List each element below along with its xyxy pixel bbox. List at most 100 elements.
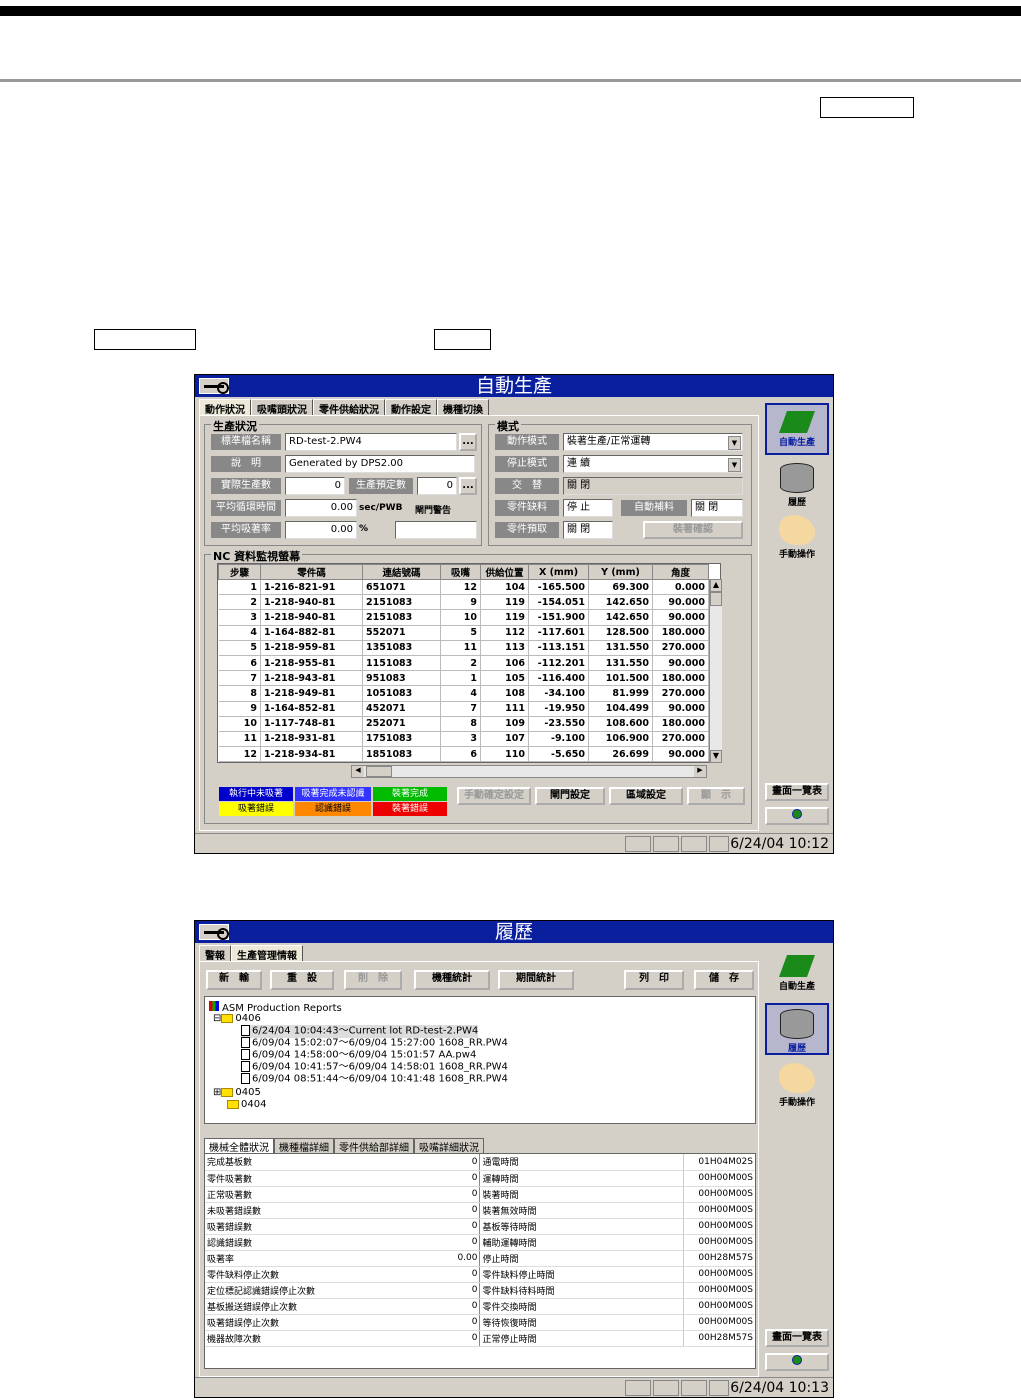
- description-field[interactable]: Generated by DPS2.00: [285, 455, 475, 473]
- model-stats-button[interactable]: 機種統計: [414, 970, 490, 990]
- tree-report-entry[interactable]: 6/09/04 14:58:00～6/09/04 15:01:57 AA.pw4: [241, 1049, 476, 1062]
- table-cell: 1-117-748-81: [260, 716, 363, 732]
- wrench-icon[interactable]: [199, 924, 229, 940]
- placement-confirm-button[interactable]: 裝著確認: [643, 521, 743, 539]
- tab-operation-settings[interactable]: 動作設定: [385, 399, 437, 416]
- table-row[interactable]: 9 1-164-852-81 452071 7 111 -19.950 104.499 90.…: [218, 701, 709, 717]
- print-button[interactable]: 列 印: [624, 970, 684, 990]
- scroll-up-icon[interactable]: ▲: [710, 579, 722, 592]
- table-row[interactable]: 8 1-218-949-81 1051083 4 108 -34.100 81.999 270…: [218, 685, 709, 702]
- table-row[interactable]: 10 1-117-748-81 252071 8 109 -23.550 108.600 18…: [218, 716, 709, 732]
- planned-count-browse-button[interactable]: ...: [459, 477, 477, 495]
- table-cell: 1851083: [362, 746, 441, 762]
- col-step[interactable]: 步驟: [218, 564, 261, 580]
- stats-row: 吸著率 0.00 停止時間 00H28M57S: [205, 1250, 755, 1267]
- sidebar-auto-production[interactable]: 自動生產: [765, 949, 829, 999]
- table-cell: 2: [218, 594, 261, 611]
- scroll-right-icon[interactable]: ▶: [694, 766, 706, 777]
- col-angle[interactable]: 角度: [652, 564, 709, 580]
- screen-list-button[interactable]: 畫面一覽表: [765, 1329, 829, 1347]
- stop-mode-select[interactable]: 連 續: [563, 455, 743, 473]
- gate-settings-button[interactable]: 閘門設定: [535, 787, 605, 805]
- col-nozzle[interactable]: 吸嘴: [440, 564, 481, 580]
- table-row[interactable]: 11 1-218-931-81 1751083 3 107 -9.100 106.900 27…: [218, 731, 709, 748]
- sidebar-manual-operation[interactable]: 手動操作: [765, 511, 829, 561]
- tree-report-entry[interactable]: 6/09/04 15:02:07～6/09/04 15:27:00 1608_R…: [241, 1037, 508, 1050]
- reset-button[interactable]: 重 設: [270, 970, 334, 990]
- tab-head-status[interactable]: 吸嘴頭狀況: [251, 399, 313, 416]
- table-row[interactable]: 5 1-218-959-81 1351083 11 113 -113.151 131.550…: [218, 640, 709, 656]
- tab-feeder-status[interactable]: 零件供給狀況: [313, 399, 385, 416]
- stats-table: 完成基板數 0 通電時間 01H04M02S 零件吸著數 0 運轉時間 00H00M00S 正常…: [205, 1154, 755, 1347]
- stats-cell: 0: [410, 1218, 481, 1235]
- table-row[interactable]: 7 1-218-943-81 951083 1 105 -116.400 101.500 18…: [218, 670, 709, 687]
- legend-placement-error: 裝著錯誤: [373, 802, 447, 816]
- group-label: NC 資料監視螢幕: [211, 548, 303, 564]
- display-button[interactable]: 顯 示: [687, 787, 745, 805]
- stats-cell: 運轉時間: [479, 1170, 684, 1187]
- sidebar-history[interactable]: 履歷: [765, 459, 829, 508]
- scroll-down-icon[interactable]: ▼: [710, 750, 722, 763]
- col-feed-pos[interactable]: 供給位置: [480, 564, 529, 580]
- horizontal-scrollbar[interactable]: ◀ ▶: [351, 765, 707, 778]
- window-title: 自動生產: [195, 375, 833, 397]
- table-row[interactable]: 6 1-218-955-81 1151083 2 106 -112.201 131.550 9…: [218, 655, 709, 672]
- table-row[interactable]: 3 1-218-940-81 2151083 10 119 -151.900 142.650…: [218, 609, 709, 626]
- board-browse-button[interactable]: ...: [459, 433, 477, 451]
- stats-panel: 完成基板數 0 通電時間 01H04M02S 零件吸著數 0 運轉時間 00H00M00S 正常…: [204, 1153, 756, 1369]
- sidebar-auto-production[interactable]: 自動生產: [765, 403, 829, 455]
- subtab-nozzle-detail[interactable]: 吸嘴詳細狀況: [414, 1138, 484, 1154]
- board-name-field[interactable]: RD-test-2.PW4: [285, 433, 457, 451]
- table-row[interactable]: 2 1-218-940-81 2151083 9 119 -154.051 142.650 9…: [218, 594, 709, 611]
- wrench-icon[interactable]: [199, 378, 229, 394]
- tab-production-management[interactable]: 生產管理情報: [231, 945, 303, 962]
- h-scroll-thumb[interactable]: [366, 766, 392, 777]
- subtab-model-detail[interactable]: 機種檔詳細: [274, 1138, 334, 1154]
- col-y[interactable]: Y (mm): [588, 564, 653, 580]
- tree-report-entry[interactable]: 6/09/04 10:41:57～6/09/04 14:58:01 1608_R…: [241, 1061, 508, 1074]
- planned-count-field[interactable]: 0: [417, 477, 457, 495]
- tree-folder-0405[interactable]: ⊞ 0405: [213, 1087, 261, 1099]
- new-button[interactable]: 新 輸: [206, 970, 262, 990]
- vertical-scrollbar[interactable]: ▲ ▼: [709, 579, 722, 763]
- sidebar-history[interactable]: 履歷: [765, 1003, 829, 1055]
- area-settings-button[interactable]: 區域設定: [609, 787, 683, 805]
- avg-cycle-label: 平均循環時間: [211, 500, 281, 516]
- table-row[interactable]: 4 1-164-882-81 552071 5 112 -117.601 128.500 18…: [218, 625, 709, 641]
- table-cell: 6: [218, 655, 261, 672]
- scroll-thumb[interactable]: [710, 592, 722, 606]
- table-cell: 10: [218, 716, 261, 732]
- part-shortage-field[interactable]: 停 止: [563, 499, 613, 517]
- col-part-code[interactable]: 零件碼: [260, 564, 363, 580]
- part-presort-field[interactable]: 關 閉: [563, 521, 613, 539]
- save-button[interactable]: 儲 存: [694, 970, 754, 990]
- col-link-no[interactable]: 連結號碼: [362, 564, 441, 580]
- screen-list-button[interactable]: 畫面一覽表: [765, 783, 829, 801]
- tab-model-switch[interactable]: 機種切換: [437, 399, 489, 416]
- sidebar-manual-operation[interactable]: 手動操作: [765, 1059, 829, 1109]
- globe-button[interactable]: [765, 1353, 829, 1371]
- globe-button[interactable]: [765, 807, 829, 825]
- expand-icon[interactable]: ⊞: [213, 1087, 221, 1098]
- tree-report-entry[interactable]: 6/24/04 10:04:43～Current lot RD-test-2.P…: [241, 1025, 479, 1038]
- alternate-field[interactable]: 關 閉: [563, 477, 743, 495]
- delete-button[interactable]: 削 除: [344, 970, 402, 990]
- col-x[interactable]: X (mm): [528, 564, 589, 580]
- tab-operation-status[interactable]: 動作狀況: [199, 399, 251, 416]
- period-stats-button[interactable]: 期間統計: [498, 970, 574, 990]
- op-mode-select[interactable]: 裝著生產/正常運轉: [563, 433, 743, 451]
- subtab-feeder-detail[interactable]: 零件供給部詳細: [334, 1138, 414, 1154]
- auto-feed-field[interactable]: 關 閉: [691, 499, 743, 517]
- table-row[interactable]: 12 1-218-934-81 1851083 6 110 -5.650 26.699 90.…: [218, 746, 709, 762]
- subtab-machine-overall[interactable]: 機械全體狀況: [204, 1138, 274, 1154]
- manual-confirm-settings-button[interactable]: 手動確定設定: [457, 787, 531, 805]
- stats-cell: 00H00M00S: [683, 1314, 755, 1331]
- table-row[interactable]: 1 1-216-821-91 651071 12 104 -165.500 69.300 0.…: [218, 579, 709, 596]
- scroll-left-icon[interactable]: ◀: [352, 766, 364, 777]
- tree-report-entry[interactable]: 6/09/04 08:51:44～6/09/04 10:41:48 1608_R…: [241, 1073, 508, 1086]
- tab-alarm[interactable]: 警報: [199, 945, 231, 962]
- table-cell: 270.000: [652, 640, 709, 656]
- tree-folder-0404[interactable]: 0404: [227, 1099, 266, 1111]
- tree-folder-0406[interactable]: ⊟ 0406: [213, 1013, 261, 1025]
- collapse-icon[interactable]: ⊟: [213, 1013, 221, 1024]
